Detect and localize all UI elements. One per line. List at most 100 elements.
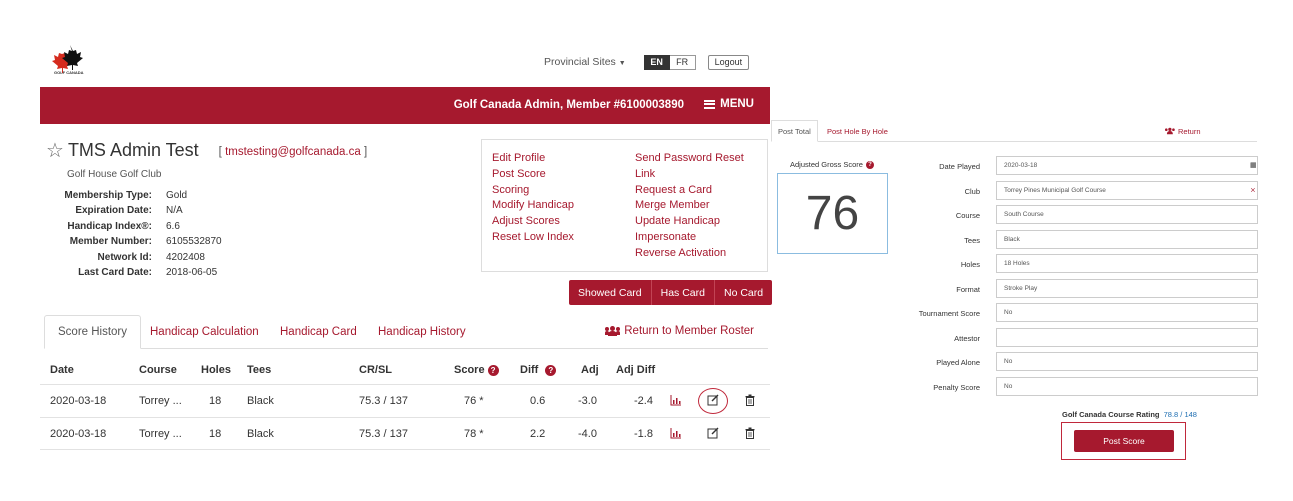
info-row: Expiration Date: N/A — [55, 205, 222, 220]
lang-en-button[interactable]: EN — [643, 54, 670, 70]
holes-select[interactable]: 18 Holes — [996, 254, 1258, 273]
action-impersonate[interactable]: Impersonate — [635, 231, 744, 247]
cell-crsl: 75.3 / 137 — [359, 428, 408, 440]
date-played-input[interactable]: 2020-03-18 — [996, 156, 1258, 175]
provincial-sites-dropdown[interactable]: Provincial Sites ▼ — [544, 56, 626, 68]
no-card-button[interactable]: No Card — [714, 280, 773, 305]
action-edit-profile[interactable]: Edit Profile — [492, 152, 574, 168]
field-label: Tees — [964, 235, 980, 245]
table-row: 2020-03-18 Torrey ... 18 Black 75.3 / 13… — [40, 384, 770, 417]
cell-course: Torrey ... — [139, 395, 182, 407]
club-input[interactable]: Torrey Pines Municipal Golf Course — [996, 180, 1258, 200]
tab-handicap-calculation[interactable]: Handicap Calculation — [150, 315, 259, 349]
field-label: Format — [956, 284, 980, 294]
field-label: Attestor — [954, 333, 980, 343]
action-update-handicap[interactable]: Update Handicap — [635, 215, 744, 231]
info-value: N/A — [166, 205, 183, 217]
help-icon[interactable]: ? — [545, 365, 557, 376]
played-alone-select[interactable]: No — [996, 352, 1258, 371]
cell-diff: 2.2 — [530, 428, 546, 440]
field-label: Played Alone — [936, 358, 980, 367]
info-value: 2018-06-05 — [166, 266, 218, 278]
field-tees: Tees Black — [880, 229, 1260, 250]
action-link[interactable]: Link — [635, 168, 744, 184]
return-label: Return — [1178, 126, 1201, 136]
logout-button[interactable]: Logout — [707, 54, 750, 70]
trash-icon[interactable] — [744, 427, 756, 442]
info-label: Handicap Index®: — [67, 220, 152, 232]
table-header: Date Course Holes Tees CR/SL Score? Diff… — [40, 358, 770, 384]
star-icon[interactable]: ☆ — [46, 141, 64, 161]
course-rating: Golf Canada Course Rating 78.8 / 148 — [1062, 410, 1197, 419]
edit-icon[interactable] — [707, 394, 719, 409]
attestor-input[interactable] — [996, 327, 1258, 347]
info-label: Expiration Date: — [75, 205, 152, 217]
cell-date: 2020-03-18 — [50, 428, 107, 440]
tab-handicap-card[interactable]: Handicap Card — [280, 315, 357, 349]
col-diff: Diff? — [520, 364, 557, 376]
showed-card-button[interactable]: Showed Card — [569, 280, 652, 305]
chart-icon[interactable] — [670, 427, 682, 442]
info-row: Handicap Index®: 6.6 — [55, 221, 222, 236]
format-select[interactable]: Stroke Play — [996, 278, 1258, 298]
post-score-highlight: Post Score — [1061, 422, 1186, 460]
course-rating-value: 78.8 / 148 — [1163, 410, 1197, 419]
cell-crsl: 75.3 / 137 — [359, 395, 408, 407]
member-actions-panel: Edit Profile Post Score Scoring Modify H… — [481, 139, 768, 272]
tab-score-history[interactable]: Score History — [44, 315, 142, 349]
tab-post-total[interactable]: Post Total — [771, 120, 818, 142]
col-adj: Adj — [581, 364, 599, 376]
col-score: Score? — [454, 364, 499, 376]
penalty-score-select[interactable]: No — [996, 376, 1258, 396]
field-penalty-score: Penalty Score No — [880, 376, 1260, 397]
course-select[interactable]: South Course — [996, 205, 1258, 224]
help-icon[interactable]: ? — [487, 365, 499, 376]
edit-icon[interactable] — [707, 427, 719, 442]
field-attestor: Attestor — [880, 327, 1260, 348]
ags-label: Adjusted Gross Score ? — [790, 160, 874, 169]
cell-adj: -3.0 — [578, 395, 597, 407]
post-score-button[interactable]: Post Score — [1074, 430, 1174, 452]
action-post-score[interactable]: Post Score — [492, 168, 574, 184]
action-merge-member[interactable]: Merge Member — [635, 199, 744, 215]
member-info: Membership Type: Gold Expiration Date: N/A… — [55, 190, 222, 282]
has-card-button[interactable]: Has Card — [651, 280, 715, 305]
action-scoring[interactable]: Scoring — [492, 184, 574, 200]
info-label: Member Number: — [69, 236, 152, 248]
info-label: Membership Type: — [64, 190, 152, 201]
member-email: [ tmstesting@golfcanada.ca ] — [219, 146, 368, 158]
action-send-password-reset[interactable]: Send Password Reset — [635, 152, 744, 168]
action-adjust-scores[interactable]: Adjust Scores — [492, 215, 574, 231]
col-holes: Holes — [201, 364, 231, 376]
tab-handicap-history[interactable]: Handicap History — [378, 315, 466, 349]
tab-post-hole-by-hole[interactable]: Post Hole By Hole — [821, 120, 894, 142]
return-link[interactable]: Return — [1159, 120, 1207, 142]
info-value: Gold — [166, 190, 188, 201]
chart-icon[interactable] — [670, 394, 682, 409]
action-modify-handicap[interactable]: Modify Handicap — [492, 199, 574, 215]
action-request-card[interactable]: Request a Card — [635, 184, 744, 200]
clear-icon[interactable]: ⨯ — [1250, 186, 1256, 194]
member-email-link[interactable]: tmstesting@golfcanada.ca — [225, 146, 361, 158]
field-format: Format Stroke Play — [880, 278, 1260, 299]
trash-icon[interactable] — [744, 394, 756, 409]
action-reverse-activation[interactable]: Reverse Activation — [635, 247, 744, 263]
cell-date: 2020-03-18 — [50, 395, 107, 407]
tees-select[interactable]: Black — [996, 229, 1258, 249]
menu-button[interactable]: MENU — [704, 98, 754, 110]
return-to-roster-link[interactable]: Return to Member Roster — [605, 325, 754, 337]
cell-tees: Black — [247, 395, 274, 407]
adjusted-gross-score-input[interactable]: 76 — [777, 173, 888, 254]
tournament-score-select[interactable]: No — [996, 303, 1258, 322]
cell-diff: 0.6 — [530, 395, 546, 407]
ags-label-text: Adjusted Gross Score — [790, 160, 863, 169]
help-icon[interactable]: ? — [865, 160, 874, 169]
col-tees: Tees — [247, 364, 272, 376]
calendar-icon[interactable]: ▦ — [1250, 161, 1257, 169]
actions-left-column: Edit Profile Post Score Scoring Modify H… — [492, 152, 574, 247]
users-icon — [1165, 127, 1175, 135]
golf-canada-logo[interactable]: GOLF CANADA — [50, 44, 84, 82]
lang-fr-button[interactable]: FR — [669, 54, 696, 70]
action-reset-low-index[interactable]: Reset Low Index — [492, 231, 574, 247]
field-date-played: Date Played 2020-03-18 ▦ — [880, 156, 1260, 176]
